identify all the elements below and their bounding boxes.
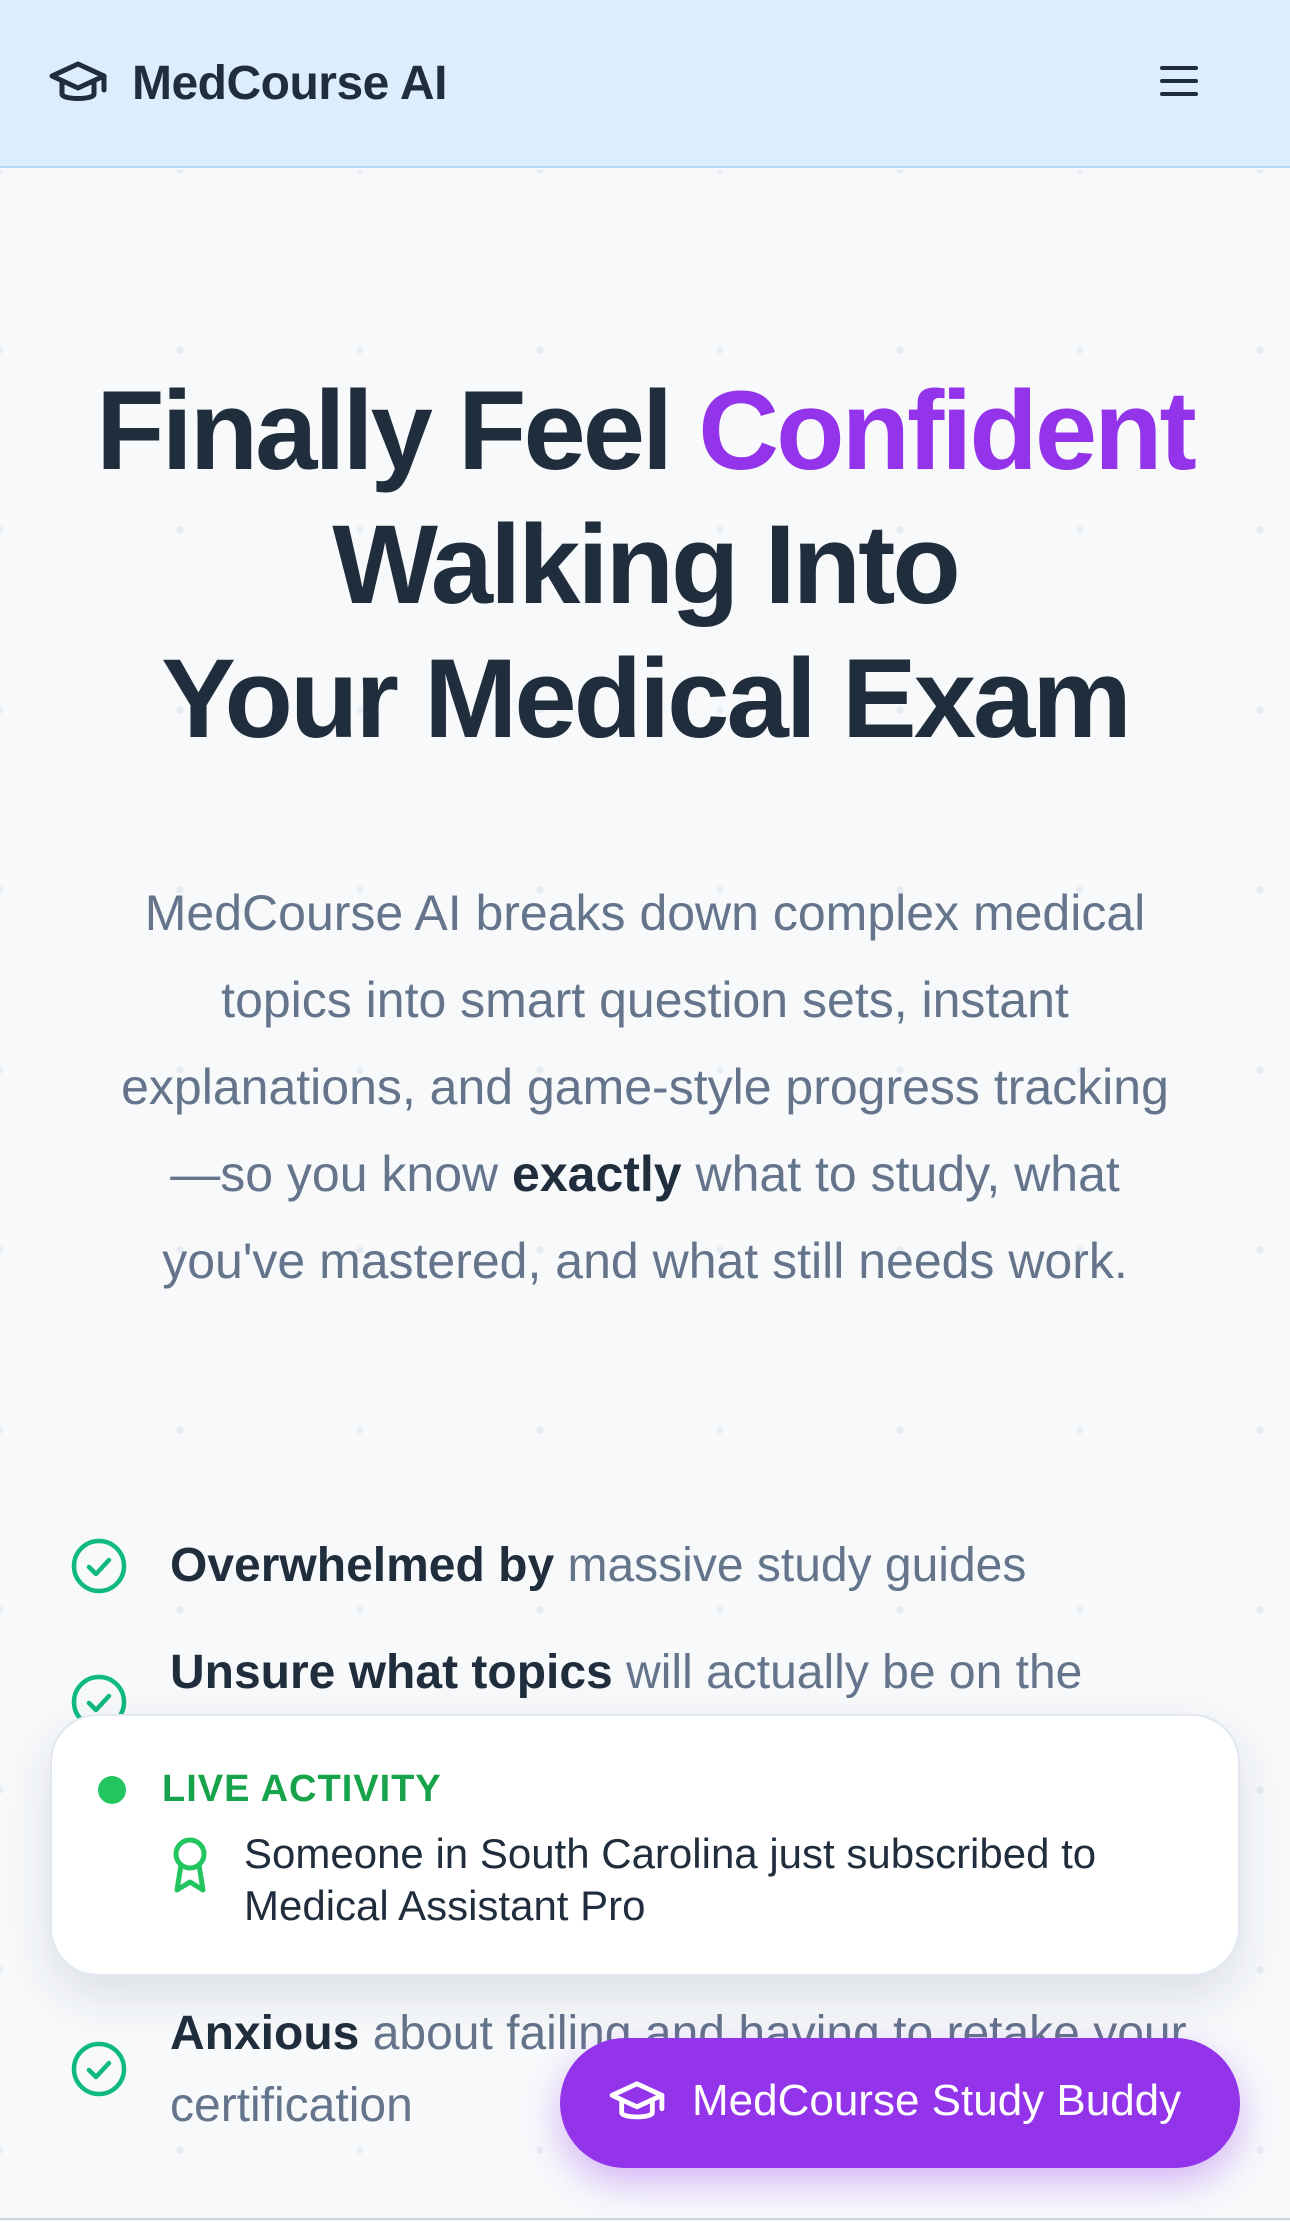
live-indicator-dot [98,1776,126,1804]
pain-item-bold: Unsure what topics [170,1646,613,1699]
hamburger-menu-icon[interactable] [1160,66,1200,102]
brand-name[interactable]: MedCourse AI [132,56,447,111]
pain-item-rest: will actually be on the [612,1646,1083,1699]
live-activity-label: LIVE ACTIVITY [162,1768,442,1810]
hero-title-part1: Finally Feel [96,368,699,493]
hero-title-line2: Walking Into [332,502,961,627]
hero-desc-bold: exactly [512,1146,682,1202]
check-circle-icon [71,1538,127,1594]
hero-title-accent: Confident [698,368,1197,493]
graduation-cap-icon [49,61,107,101]
hero-title-line3: Your Medical Exam [161,636,1132,761]
graduation-cap-icon [609,2081,665,2120]
pain-item-bold: Anxious [170,2007,360,2060]
award-ribbon-icon [173,1837,207,1893]
bottom-divider [0,2218,1290,2220]
pain-item-bold: Overwhelmed by [170,1539,555,1592]
pain-item-rest: massive study guides [554,1539,1027,1592]
hero-description: MedCourse AI breaks down complex medical… [100,870,1190,1305]
study-buddy-label: MedCourse Study Buddy [692,2076,1182,2125]
top-navbar: MedCourse AI [0,0,1290,168]
live-activity-message: Someone in South Carolina just subscribe… [244,1830,1097,1929]
check-circle-icon [71,2041,127,2097]
study-buddy-button[interactable]: MedCourse Study Buddy [560,2038,1240,2168]
live-activity-toast[interactable]: LIVE ACTIVITY Someone in South Carolina … [50,1714,1240,1976]
hero-headline: Finally Feel Confident Walking Into Your… [60,364,1230,766]
